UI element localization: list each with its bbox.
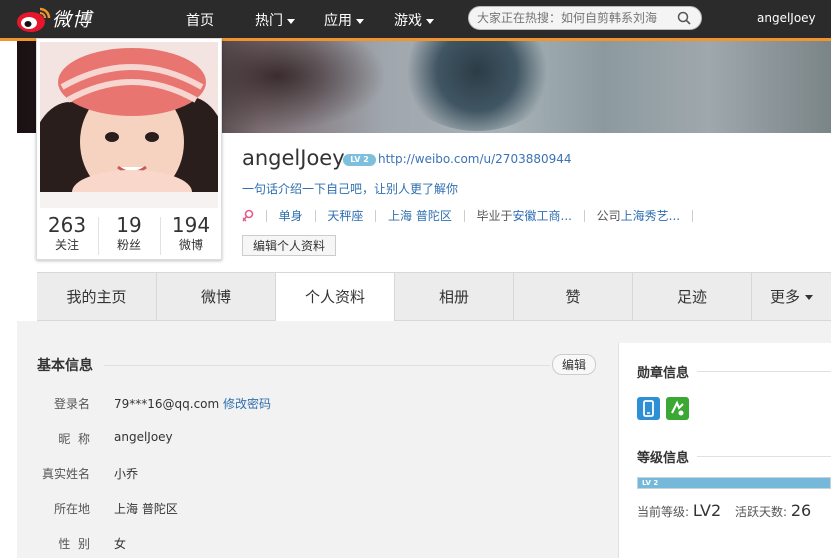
field-login-label: 登录名 (53, 397, 90, 411)
stat-following[interactable]: 263 关注 (37, 213, 97, 253)
field-login: 79***16@qq.com 修改密码 (114, 395, 271, 412)
bio-link[interactable]: 一句话介绍一下自己吧，让别人更了解你 (242, 180, 458, 197)
tag-relationship[interactable]: 单身 (279, 209, 303, 223)
tab-more[interactable]: 更多 (752, 273, 831, 321)
search-box (468, 6, 702, 30)
edit-profile-button[interactable]: 编辑个人资料 (242, 235, 336, 256)
field-gender-label: 性 别 (58, 537, 90, 551)
tab-my-home[interactable]: 我的主页 (37, 273, 157, 321)
active-days-label: 活跃天数: (734, 505, 788, 519)
tab-profile[interactable]: 个人资料 (276, 273, 395, 322)
profile-name: angelJoey (242, 146, 345, 170)
level-info-title: 等级信息 (637, 451, 690, 466)
change-password-link[interactable]: 修改密码 (223, 397, 271, 411)
tab-footprints[interactable]: 足迹 (633, 273, 752, 321)
tab-my-home-label: 我的主页 (66, 288, 127, 306)
phone-medal-icon[interactable] (637, 397, 660, 420)
level-summary: 当前等级: LV2 活跃天数: 26 (637, 501, 821, 520)
nav-games-label: 游戏 (394, 13, 422, 29)
profile-tabs: 我的主页 微博 个人资料 相册 赞 足迹 更多 (37, 272, 831, 322)
nav-home-label: 首页 (186, 13, 214, 29)
nav-apps-label: 应用 (324, 13, 352, 29)
stat-followers[interactable]: 19 粉丝 (99, 213, 159, 253)
stat-following-label: 关注 (54, 238, 79, 252)
tag-education-prefix: 毕业于 (476, 209, 513, 223)
chevron-down-icon (287, 18, 295, 24)
field-location-label: 所在地 (53, 502, 90, 516)
current-level-label: 当前等级: (637, 505, 690, 519)
stat-followers-label: 粉丝 (116, 238, 141, 252)
chevron-down-icon (805, 295, 813, 300)
chevron-down-icon (426, 18, 434, 24)
search-input[interactable] (477, 10, 667, 26)
logo-text[interactable]: 微博 (52, 5, 92, 32)
tag-company[interactable]: 上海秀艺... (621, 209, 680, 223)
avatar[interactable] (40, 42, 218, 208)
tag-education[interactable]: 安徽工商... (513, 209, 572, 223)
stat-posts[interactable]: 194 微博 (161, 213, 221, 253)
nav-apps[interactable]: 应用 (324, 10, 364, 30)
basic-info-panel (17, 321, 600, 558)
active-days-value: 26 (790, 501, 812, 520)
level-progress-fill (638, 478, 830, 488)
tab-album-label: 相册 (438, 288, 469, 306)
field-gender-value: 女 (114, 537, 127, 551)
nav-games[interactable]: 游戏 (394, 10, 434, 30)
nav-hot-label: 热门 (255, 13, 283, 29)
nav-hot[interactable]: 热门 (255, 10, 295, 30)
tab-more-label: 更多 (769, 288, 800, 306)
tab-likes[interactable]: 赞 (514, 273, 633, 321)
tab-weibo-label: 微博 (200, 288, 231, 306)
tag-zodiac[interactable]: 天秤座 (327, 209, 363, 223)
tab-footprints-label: 足迹 (676, 288, 707, 306)
app-medal-icon[interactable] (666, 397, 689, 420)
field-nickname-label: 昵 称 (58, 432, 90, 446)
field-login-value: 79***16@qq.com (114, 397, 220, 411)
nav-home[interactable]: 首页 (186, 10, 214, 30)
field-nickname-value: angelJoey (114, 430, 173, 444)
level-badge[interactable]: LV 2 (343, 154, 376, 166)
edit-basic-info-button[interactable]: 编辑 (552, 354, 596, 375)
field-location-value: 上海 普陀区 (114, 502, 178, 516)
level-bar-label: LV 2 (642, 479, 659, 487)
search-icon[interactable] (677, 11, 691, 25)
level-progress-bar: LV 2 (637, 477, 831, 489)
stat-posts-label: 微博 (178, 238, 203, 252)
field-realname-label: 真实姓名 (41, 467, 90, 481)
profile-url-link[interactable]: http://weibo.com/u/2703880944 (378, 152, 572, 166)
stat-following-count: 263 (47, 213, 87, 237)
tab-likes-label: 赞 (565, 288, 581, 306)
field-realname-value: 小乔 (114, 467, 139, 481)
medal-info-title: 勋章信息 (637, 366, 690, 381)
chevron-down-icon (356, 18, 364, 24)
avatar-card: 263 关注 19 粉丝 194 微博 (36, 38, 222, 260)
tag-location[interactable]: 上海 普陀区 (388, 209, 452, 223)
tab-album[interactable]: 相册 (395, 273, 514, 321)
stat-posts-count: 194 (171, 213, 211, 237)
tab-profile-label: 个人资料 (304, 288, 365, 306)
profile-tags: 单身 天秤座 上海 普陀区 毕业于安徽工商... 公司上海秀艺... (242, 207, 701, 225)
current-level-value: LV2 (692, 501, 722, 520)
top-navigation-bar: 微博 首页 热门 应用 游戏 angelJoey (0, 0, 831, 41)
tab-weibo[interactable]: 微博 (157, 273, 276, 321)
female-icon (242, 209, 254, 221)
tag-company-prefix: 公司 (596, 209, 621, 223)
user-menu-name[interactable]: angelJoey (757, 11, 816, 25)
stat-followers-count: 19 (116, 213, 142, 237)
basic-info-title: 基本信息 (37, 358, 93, 374)
